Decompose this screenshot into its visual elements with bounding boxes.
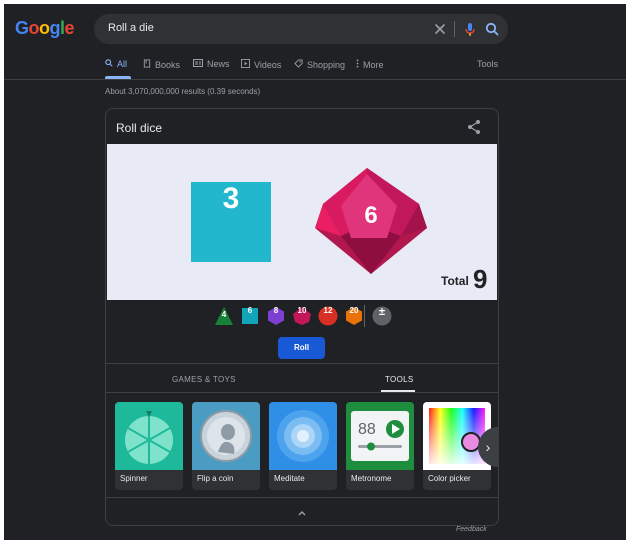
search-box[interactable]: Roll a die (94, 14, 508, 44)
tab-videos[interactable]: Videos (241, 59, 281, 70)
die-picker-separator (364, 305, 365, 327)
tools-button[interactable]: Tools (477, 59, 498, 69)
d20-label: 20 (349, 306, 359, 315)
add-d6-button[interactable]: 6 (240, 306, 260, 326)
d8-label: 8 (273, 306, 279, 315)
meditate-icon (269, 402, 337, 470)
news-icon (193, 59, 203, 67)
coin-icon (192, 402, 260, 470)
logo-letter: o (28, 18, 40, 38)
spinner-icon (115, 402, 183, 470)
tab-tools[interactable]: TOOLS (385, 375, 413, 384)
add-d12-button[interactable]: 12 (318, 306, 338, 326)
d6-die[interactable]: 3 (191, 182, 271, 262)
tool-tile-flip-a-coin[interactable]: Flip a coin (192, 402, 260, 490)
tab-all-label: All (117, 59, 128, 69)
metronome-bpm: 88 (358, 421, 376, 438)
tab-all[interactable]: All (105, 59, 127, 69)
tab-shopping[interactable]: Shopping (294, 59, 345, 70)
feedback-link[interactable]: Feedback (456, 526, 487, 533)
tag-icon (294, 59, 303, 68)
result-stats: About 3,070,000,000 results (0.39 second… (105, 87, 261, 96)
tool-label: Meditate (274, 474, 305, 483)
tool-label: Color picker (428, 474, 471, 483)
search-results-page: Google Roll a die All Books News Videos (4, 4, 626, 540)
tab-shopping-label: Shopping (307, 60, 346, 70)
d10-value: 6 (364, 202, 378, 229)
tab-books-label: Books (155, 60, 181, 70)
d4-label: 4 (221, 310, 227, 319)
logo-letter: G (15, 18, 29, 38)
category-divider-bottom (106, 392, 498, 393)
header-divider (4, 79, 626, 80)
add-d4-button[interactable]: 4 (214, 306, 234, 326)
d10-label: 10 (297, 306, 307, 315)
add-d8-button[interactable]: 8 (266, 306, 286, 326)
search-input[interactable]: Roll a die (108, 22, 154, 34)
tool-label: Spinner (120, 474, 148, 483)
add-d20-button[interactable]: 20 (344, 306, 364, 326)
chevron-up-icon[interactable] (294, 507, 310, 519)
tab-games-and-toys[interactable]: GAMES & TOYS (172, 375, 236, 384)
modifier-label: ± (378, 306, 386, 318)
search-separator (454, 21, 455, 37)
d6-label: 6 (247, 306, 253, 315)
total-label: Total (441, 274, 469, 288)
search-icon[interactable] (483, 20, 501, 38)
tab-more-label: More (363, 60, 384, 70)
tab-videos-label: Videos (254, 60, 282, 70)
dice-display[interactable]: 3 6 Total 9 (107, 144, 497, 300)
tab-news[interactable]: News (193, 59, 230, 69)
tab-more[interactable]: More (356, 59, 384, 70)
tab-news-label: News (207, 59, 230, 69)
video-icon (241, 59, 250, 68)
d10-die[interactable]: 6 (311, 166, 431, 276)
card-title: Roll dice (116, 121, 163, 135)
book-icon (143, 59, 151, 68)
logo-letter: e (64, 18, 75, 38)
d12-label: 12 (323, 306, 333, 315)
more-vert-icon (356, 59, 359, 68)
tool-tile-meditate[interactable]: Meditate (269, 402, 337, 490)
logo-letter: o (39, 18, 50, 38)
roll-button[interactable]: Roll (278, 337, 325, 359)
tool-tile-metronome[interactable]: 88 Metronome (346, 402, 414, 490)
tool-label: Metronome (351, 474, 392, 483)
search-icon (105, 59, 113, 67)
dice-roller-card: Roll dice 3 6 Total 9 4 6 8 10 12 20 ± R… (105, 108, 499, 526)
card-footer-divider (106, 497, 498, 498)
add-d10-button[interactable]: 10 (292, 306, 312, 326)
total-value: 9 (473, 264, 488, 294)
mic-icon[interactable] (461, 20, 479, 38)
metronome-icon (346, 402, 414, 470)
google-logo[interactable]: Google (15, 18, 75, 39)
tab-books[interactable]: Books (143, 59, 180, 70)
add-modifier-button[interactable]: ± (372, 306, 392, 326)
tool-label: Flip a coin (197, 474, 234, 483)
tool-tile-spinner[interactable]: Spinner (115, 402, 183, 490)
share-icon[interactable] (466, 119, 482, 135)
category-divider-top (106, 363, 498, 364)
clear-icon[interactable] (430, 19, 450, 39)
d6-value: 3 (222, 182, 240, 215)
chevron-right-icon: › (485, 439, 491, 455)
logo-letter: g (49, 18, 61, 38)
